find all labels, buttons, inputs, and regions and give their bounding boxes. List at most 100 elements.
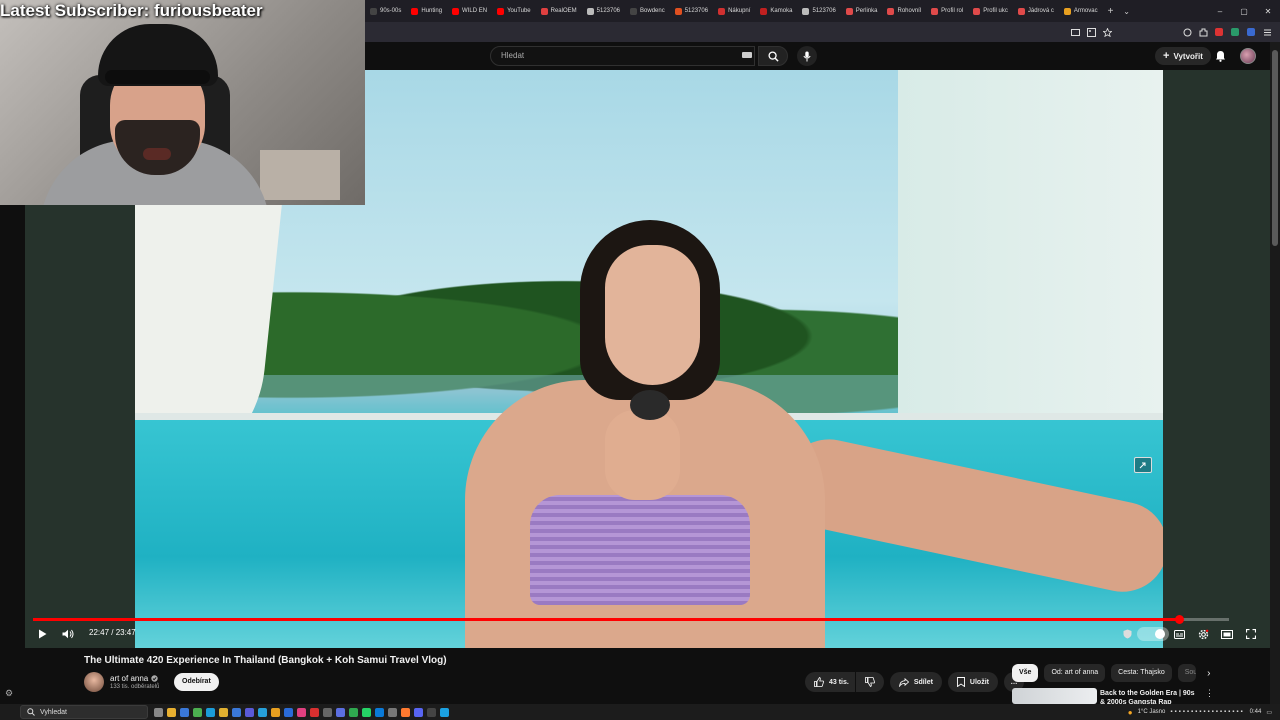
shield-icon[interactable] [1121,627,1133,641]
taskbar-search[interactable]: Vyhledat [20,705,148,719]
tab-favicon-icon [540,7,548,15]
browser-tab[interactable]: WILD EN [447,0,492,22]
subscribe-button[interactable]: Odebírat [174,673,219,691]
tab-label: Hunting [421,8,443,14]
recommended-more-icon[interactable]: ⋮ [1205,688,1214,699]
app-icon[interactable] [440,707,449,717]
browser-tab[interactable]: Profil rol [926,0,968,22]
channel-name-row[interactable]: art of anna [110,674,158,683]
browser-tab[interactable]: Nákupní [713,0,755,22]
miniplayer-button[interactable] [1134,457,1152,473]
fullscreen-button[interactable] [1244,627,1258,641]
app-icon[interactable] [206,707,215,717]
volume-button[interactable] [60,627,76,641]
tab-list-chevron-icon[interactable]: ⌄ [1119,7,1135,16]
create-button[interactable]: + Vytvořit [1155,47,1211,65]
subtitles-button[interactable] [1172,627,1186,641]
tray-icons[interactable]: ▪▪▪▪▪▪▪▪▪▪▪▪▪▪▪▪▪▪ [1170,709,1244,715]
channel-avatar[interactable] [84,672,104,692]
account-avatar[interactable] [1240,48,1256,64]
menu-icon[interactable] [1262,27,1272,37]
channel-name[interactable]: art of anna [110,674,148,683]
weather-icon[interactable]: ● [1128,708,1133,717]
notification-icon[interactable]: ▭ [1266,709,1272,716]
app-icon[interactable] [232,707,241,717]
browser-tab[interactable]: Kamoka [755,0,797,22]
theater-mode-button[interactable] [1220,627,1234,641]
browser-tab[interactable]: Jádrová c [1013,0,1059,22]
notifications-button[interactable] [1213,49,1227,63]
browser-tab[interactable]: Hunting [406,0,447,22]
settings-button[interactable] [1196,627,1210,641]
browser-tab[interactable]: Armovac [1059,0,1103,22]
play-button[interactable] [35,627,49,641]
maximize-button[interactable]: ▢ [1232,0,1256,22]
app-icon[interactable] [271,707,280,717]
chevron-right-icon[interactable]: › [1202,668,1216,679]
save-button[interactable]: Uložit [947,672,998,692]
search-icon [27,708,35,716]
pocket-icon[interactable] [1182,27,1192,37]
scrollbar-thumb[interactable] [1272,50,1278,246]
minimize-button[interactable]: – [1208,0,1232,22]
tab-favicon-icon [586,7,594,15]
browser-tab[interactable]: Perlinka [841,0,883,22]
keyboard-icon[interactable] [742,52,752,58]
dislike-button[interactable] [855,672,884,692]
voice-search-button[interactable] [797,46,817,66]
app-icon[interactable] [258,707,267,717]
chip-related[interactable]: Souv [1177,664,1196,682]
chip-from-channel[interactable]: Od: art of anna [1044,664,1106,682]
file-explorer-icon[interactable] [167,707,176,717]
picture-icon[interactable] [1086,27,1096,37]
browser-tab[interactable]: Profil ukc [968,0,1013,22]
share-button[interactable]: Sdílet [889,672,942,692]
browser-tab[interactable]: 5123706 [797,0,840,22]
screenshot-icon[interactable] [1070,27,1080,37]
app-icon[interactable] [323,707,332,717]
task-view-icon[interactable] [154,707,163,717]
app-icon[interactable] [284,707,293,717]
browser-tab[interactable]: Rohovníl [882,0,926,22]
app-icon[interactable] [362,707,371,717]
extensions-icon[interactable] [1198,27,1208,37]
chrome-icon[interactable] [193,707,202,717]
extension-green-icon[interactable] [1230,27,1240,37]
app-icon[interactable] [388,707,397,717]
new-tab-button[interactable]: + [1103,6,1119,17]
browser-tab[interactable]: 5123706 [670,0,713,22]
browser-tab[interactable]: Bowdenc [625,0,670,22]
extension-blue-icon[interactable] [1246,27,1256,37]
chip-thailand[interactable]: Cesta: Thajsko [1111,664,1172,682]
recommended-thumbnail[interactable] [1012,688,1097,704]
app-icon[interactable] [245,707,254,717]
app-icon[interactable] [310,707,319,717]
app-icon[interactable] [349,707,358,717]
app-icon[interactable] [427,707,436,717]
like-button[interactable]: 43 tis. [805,672,855,692]
search-button[interactable] [758,46,788,66]
close-window-button[interactable]: ✕ [1256,0,1280,22]
app-icon[interactable] [336,707,345,717]
browser-tab[interactable]: RealOEM [536,0,582,22]
weather-text[interactable]: 1°C Jasno [1138,709,1166,715]
app-icon[interactable] [297,707,306,717]
firefox-icon[interactable] [401,707,410,717]
progress-bar[interactable] [33,615,1229,624]
clock[interactable]: 0:44 [1250,709,1262,715]
bookmark-star-icon[interactable] [1102,27,1112,37]
browser-tab[interactable]: YouTube [492,0,536,22]
browser-tab[interactable]: 5123706 [582,0,625,22]
extension-red-icon[interactable] [1214,27,1224,37]
browser-tab[interactable]: 90s-00s [365,0,406,22]
page-scrollbar[interactable] [1270,42,1280,704]
gear-icon[interactable]: ⚙ [5,688,17,700]
search-input[interactable]: Hledat [490,46,755,66]
progress-scrubber[interactable] [1174,615,1184,624]
edge-icon[interactable] [375,707,384,717]
app-icon[interactable] [219,707,228,717]
discord-icon[interactable] [414,707,423,717]
chip-all[interactable]: Vše [1012,664,1039,682]
app-icon[interactable] [180,707,189,717]
autoplay-toggle[interactable] [1137,627,1169,641]
